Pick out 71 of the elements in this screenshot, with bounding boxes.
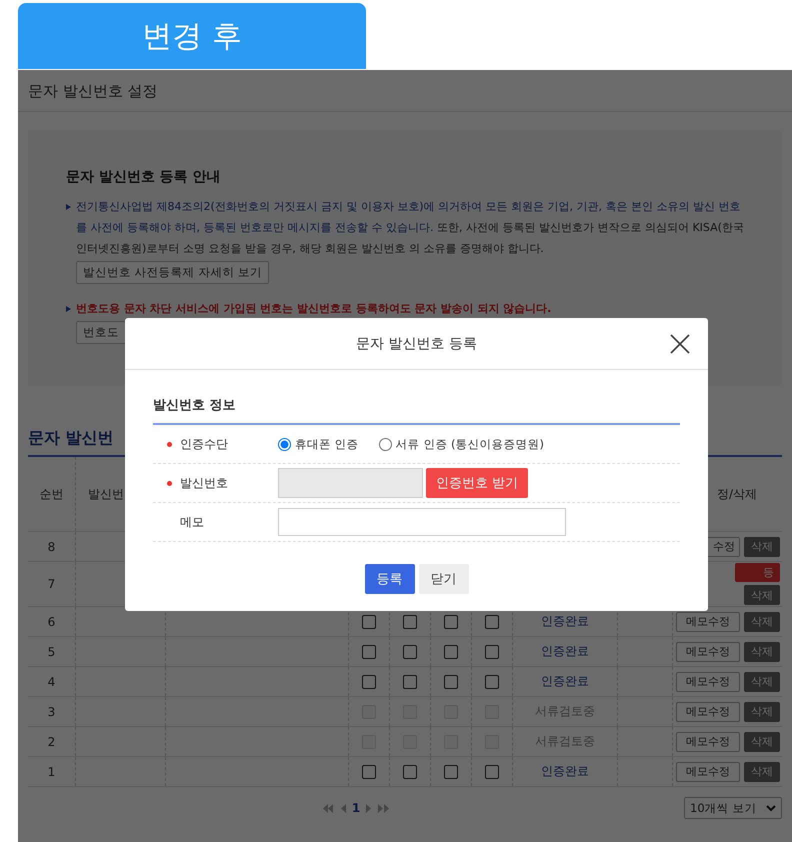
bullet-icon <box>66 306 71 312</box>
tab[interactable]: 변경 후 <box>18 3 366 69</box>
radio-label: 서류 인증 (통신이용증명원) <box>396 436 544 452</box>
row-number: 8 <box>48 540 56 554</box>
checkbox[interactable] <box>444 674 458 688</box>
status-text: 인증완료 <box>541 763 589 780</box>
column-header: 순번 <box>40 486 64 502</box>
row-number: 7 <box>48 577 56 591</box>
row-number: 5 <box>48 644 56 658</box>
warning-text: 번호도용 문자 차단 서비스에 가입된 번호는 발신번호로 등록하여도 문자 발송이 되지 않습니다. <box>76 301 552 317</box>
row-number: 4 <box>48 674 56 688</box>
checkbox[interactable] <box>485 674 499 688</box>
checkbox[interactable] <box>444 764 458 778</box>
delete-button[interactable]: 삭제 <box>744 585 780 605</box>
row-number: 1 <box>48 764 56 778</box>
delete-button[interactable]: 삭제 <box>744 642 780 662</box>
section-title: 발신번호 정보 <box>153 396 680 425</box>
delete-button[interactable]: 삭제 <box>744 612 780 632</box>
checkbox[interactable] <box>362 644 376 658</box>
checkbox[interactable] <box>362 614 376 628</box>
status-text: 인증완료 <box>541 643 589 660</box>
checkbox[interactable] <box>444 614 458 628</box>
list-heading: 문자 발신번 <box>28 428 114 447</box>
radio-label: 휴대폰 인증 <box>295 436 359 452</box>
block-service-button[interactable]: 번호도 <box>76 321 126 344</box>
row-number: 3 <box>48 704 56 718</box>
close-icon[interactable] <box>668 332 692 356</box>
radio-button[interactable] <box>378 438 392 450</box>
status-text: 인증완료 <box>541 613 589 630</box>
checkbox[interactable] <box>403 644 417 658</box>
checkbox[interactable] <box>403 674 417 688</box>
detail-button[interactable]: 발신번호 사전등록제 자세히 보기 <box>76 261 269 284</box>
bullet-icon <box>66 204 71 210</box>
memo-input[interactable] <box>278 508 566 536</box>
memo-edit-button[interactable]: 메모수정 <box>676 612 740 632</box>
page-title: 문자 발신번호 설정 <box>18 70 792 112</box>
guide-notice: 전기통신사업법 제84조의2(전화번호의 거짓표시 금지 및 이용자 보호)에 의거하여 모든 회원은 기업, 기관, 혹은 본인 소유의 발신 번호를 사전에 등록해야 하며, 등록된 번호로만 메시지를 전송할 수 있습니다. 또한, 사전에 등록된 발신번호가 변작으로 의심되어 KISA(한국인터넷진흥원)로부터 소명 요청을 받을 경우, 해당 회원은 발신번호 의 소유를 증명해야 합니다. <box>76 199 744 257</box>
guide-heading: 문자 발신번호 등록 안내 <box>66 168 222 186</box>
register-button[interactable]: 등록 <box>364 564 414 594</box>
status-text: 인증완료 <box>541 673 589 690</box>
close-button[interactable]: 닫기 <box>418 564 468 594</box>
checkbox[interactable] <box>403 764 417 778</box>
request-code-button[interactable]: 인증번호 받기 <box>426 468 528 498</box>
dialog-title: 문자 발신번호 등록 <box>356 334 477 352</box>
checkbox[interactable] <box>362 764 376 778</box>
page-number[interactable]: 1 <box>352 801 360 815</box>
checkbox[interactable] <box>485 614 499 628</box>
memo-edit-button[interactable]: 메모수정 <box>676 762 740 782</box>
delete-button[interactable]: 삭제 <box>744 762 780 782</box>
checkbox[interactable] <box>485 644 499 658</box>
chevron-down-icon <box>766 804 776 812</box>
row-number: 2 <box>48 734 56 748</box>
row-number: 6 <box>48 614 56 628</box>
register-button[interactable]: 등 <box>735 563 780 582</box>
column-header: 발신번 <box>87 486 124 502</box>
memo-edit-button[interactable]: 메모수정 <box>676 672 740 692</box>
field-label: 인증수단 <box>180 436 228 452</box>
checkbox[interactable] <box>444 644 458 658</box>
column-header: 정/삭제 <box>716 486 758 502</box>
memo-edit-button[interactable]: 메모수정 <box>676 642 740 662</box>
delete-button[interactable]: 삭제 <box>744 672 780 692</box>
field-label: 발신번호 <box>180 474 228 492</box>
field-label: 메모 <box>180 514 204 530</box>
radio-button[interactable] <box>278 438 291 450</box>
checkbox[interactable] <box>403 614 417 628</box>
checkbox[interactable] <box>362 674 376 688</box>
page-size-select[interactable]: 10개씩 보기 <box>684 797 782 819</box>
checkbox[interactable] <box>485 764 499 778</box>
delete-button[interactable]: 삭제 <box>744 536 780 556</box>
required-icon <box>167 480 172 486</box>
required-icon <box>167 442 172 446</box>
